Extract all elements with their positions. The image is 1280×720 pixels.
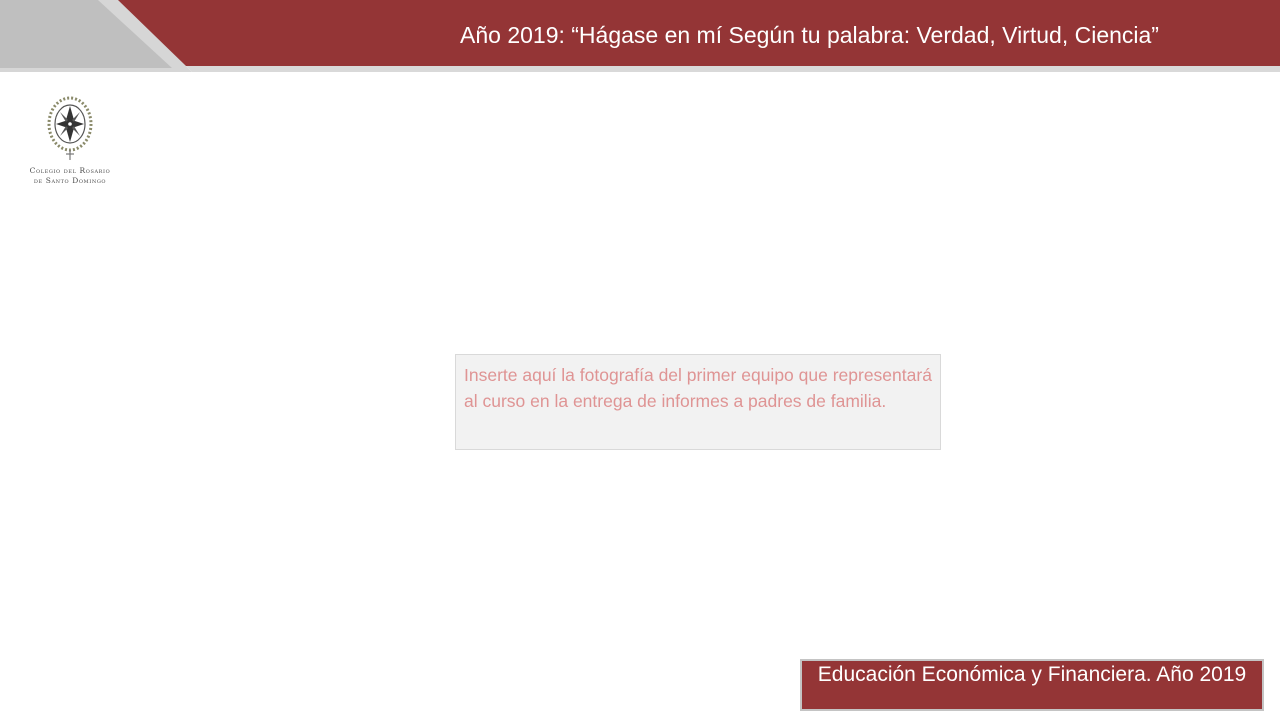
header-title: Año 2019: “Hágase en mí Según tu palabra… [460, 22, 1159, 48]
school-crest-icon [47, 96, 93, 160]
logo-text-line-1: Colegio del Rosario [29, 166, 111, 175]
photo-placeholder[interactable]: Inserte aquí la fotografía del primer eq… [455, 354, 941, 450]
logo-text-line-2: de Santo Domingo [33, 176, 107, 185]
school-logo: Colegio del Rosario de Santo Domingo [18, 92, 122, 190]
footer-banner: Educación Económica y Financiera. Año 20… [800, 659, 1264, 711]
photo-placeholder-text: Inserte aquí la fotografía del primer eq… [464, 365, 932, 411]
slide: Año 2019: “Hágase en mí Según tu palabra… [0, 0, 1280, 720]
footer-text: Educación Económica y Financiera. Año 20… [817, 663, 1247, 686]
